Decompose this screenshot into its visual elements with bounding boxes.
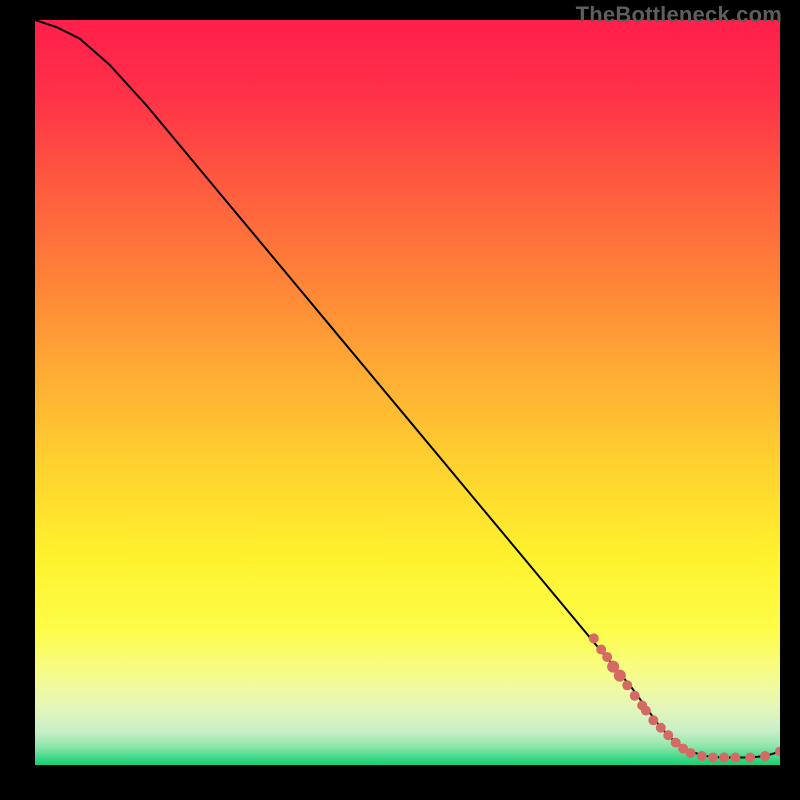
watermark-text: TheBottleneck.com [576,2,782,28]
marker-dot [630,691,640,701]
bottleneck-curve [35,20,780,758]
marker-group [589,633,780,762]
marker-dot [622,680,632,690]
marker-dot [730,753,740,763]
marker-dot [708,753,718,763]
marker-dot [686,748,696,758]
marker-dot [648,715,658,725]
marker-dot [697,751,707,761]
plot-area [35,20,780,765]
marker-dot [641,706,651,716]
marker-dot [656,723,666,733]
marker-dot [760,751,770,761]
marker-dot [602,652,612,662]
marker-dot [589,633,599,643]
marker-dot [719,753,729,763]
marker-dot [775,747,780,757]
marker-dot [663,730,673,740]
marker-dot [614,670,626,682]
curve-layer [35,20,780,765]
marker-dot [745,753,755,763]
chart-stage: TheBottleneck.com [0,0,800,800]
